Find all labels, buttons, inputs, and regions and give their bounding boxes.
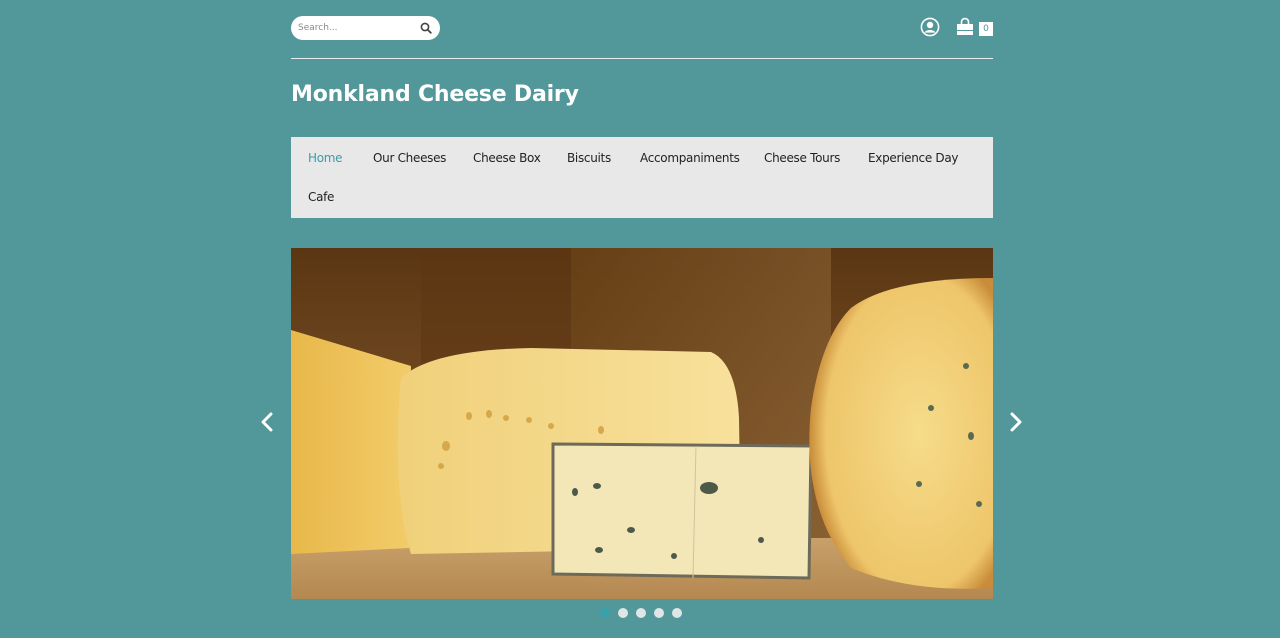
nav-item-biscuits[interactable]: Biscuits xyxy=(567,151,611,165)
slider-next-arrow-icon[interactable] xyxy=(1008,410,1024,434)
slider-dot-4[interactable] xyxy=(654,608,664,618)
slider-prev-arrow-icon[interactable] xyxy=(259,410,275,434)
hero-slide-image[interactable] xyxy=(291,248,993,599)
search-icon[interactable] xyxy=(420,22,432,34)
nav-item-our-cheeses[interactable]: Our Cheeses xyxy=(373,151,446,165)
nav-item-cheese-tours[interactable]: Cheese Tours xyxy=(764,151,840,165)
nav-item-home[interactable]: Home xyxy=(308,151,343,165)
nav-item-experience-day[interactable]: Experience Day xyxy=(868,151,959,165)
nav-item-accompaniments[interactable]: Accompaniments xyxy=(640,151,740,165)
account-icon[interactable] xyxy=(920,17,940,37)
cart-count-badge[interactable]: 0 xyxy=(979,22,993,36)
nav-item-cheese-box[interactable]: Cheese Box xyxy=(473,151,541,165)
shopping-bag-icon[interactable] xyxy=(955,17,975,37)
page: 0 Monkland Cheese Dairy Home Our Cheeses… xyxy=(0,0,1280,638)
slider-dot-5[interactable] xyxy=(672,608,682,618)
search-box[interactable] xyxy=(291,16,440,40)
slider-dot-2[interactable] xyxy=(618,608,628,618)
header-divider xyxy=(291,58,993,59)
slider-dot-1[interactable] xyxy=(600,608,610,618)
main-nav: Home Our Cheeses Cheese Box Biscuits Acc… xyxy=(291,137,993,218)
site-title[interactable]: Monkland Cheese Dairy xyxy=(291,82,579,107)
nav-item-cafe[interactable]: Cafe xyxy=(308,190,334,204)
slider-dots xyxy=(600,608,690,620)
search-input[interactable] xyxy=(298,23,420,33)
slider-dot-3[interactable] xyxy=(636,608,646,618)
